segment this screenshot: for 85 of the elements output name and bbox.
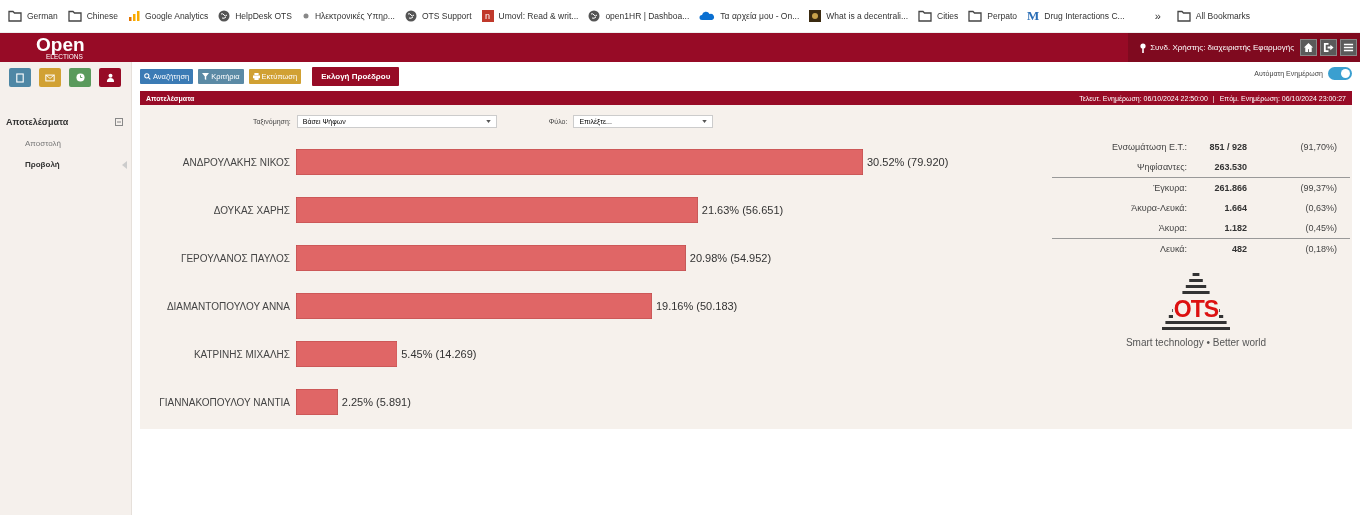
toggle-switch[interactable]	[1328, 67, 1352, 80]
value-label: 5.45% (14.269)	[401, 348, 477, 360]
home-icon	[1303, 42, 1314, 53]
candidate-name: ΚΑΤΡΙΝΗΣ ΜΙΧΑΛΗΣ	[192, 348, 291, 360]
stat-percent: (0,45%)	[1305, 223, 1337, 233]
bookmark[interactable]: OTS Support	[404, 10, 472, 22]
stat-percent: (91,70%)	[1300, 142, 1337, 152]
bookmark[interactable]: Τα αρχεία μου - On...	[699, 11, 800, 21]
pin-icon	[1140, 42, 1147, 53]
value-label: 30.52% (79.920)	[867, 156, 949, 168]
clock-icon	[75, 73, 85, 82]
home-button[interactable]	[1300, 39, 1317, 56]
bar-chart-icon	[127, 10, 140, 22]
bookmark[interactable]: open1HR | Dashboa...	[588, 10, 690, 22]
folder-icon	[968, 10, 983, 22]
value-label: 20.98% (54.952)	[689, 252, 772, 264]
bookmark[interactable]: n Umovl: Read & writ...	[481, 10, 579, 22]
stat-label: Ενσωμάτωση Ε.Τ.:	[1111, 142, 1187, 152]
thumbnail-icon	[809, 10, 822, 22]
bookmark[interactable]: Ηλεκτρονικές Υπηρ...	[301, 11, 395, 21]
sidebar-item[interactable]: Προβολή	[25, 160, 60, 169]
sidebar-item[interactable]: Αποστολή	[25, 139, 61, 148]
bookmark[interactable]: M Drug Interactions C...	[1027, 8, 1125, 24]
bookmark[interactable]: Chinese	[67, 10, 118, 22]
stat-label: Λευκά:	[1158, 244, 1187, 254]
candidate-name: ΓΙΑΝΝΑΚΟΠΟΥΛΟΥ ΝΑΝΤΙΑ	[158, 396, 291, 408]
book-icon	[16, 72, 24, 83]
cloud-icon	[699, 11, 716, 21]
ots-logo: OTS	[1161, 273, 1231, 333]
site-icon: n	[481, 10, 494, 22]
dot-icon	[301, 12, 310, 20]
section-title: Αποτελέσματα	[6, 117, 69, 127]
value-label: 19.16% (50.183)	[655, 300, 738, 312]
folder-icon	[918, 10, 933, 22]
caret-icon	[122, 160, 127, 169]
collapse-icon[interactable]	[115, 118, 123, 126]
site-icon: M	[1027, 8, 1040, 24]
stat-value: 1.664	[1223, 203, 1247, 213]
stat-label: Έγκυρα:	[1152, 183, 1187, 193]
stat-value: 851 / 928	[1208, 142, 1247, 152]
globe-icon	[404, 10, 417, 22]
mail-icon	[45, 73, 55, 82]
logout-button[interactable]	[1320, 39, 1337, 56]
stat-value: 482	[1230, 244, 1247, 254]
dropdown-arrow-icon	[485, 120, 491, 123]
tagline: Smart technology • Better world	[1125, 337, 1267, 348]
logout-icon	[1323, 42, 1334, 53]
stat-label: Ψηφίσαντες:	[1135, 162, 1187, 172]
stat-label: Άκυρα:	[1157, 223, 1187, 233]
candidate-name: ΓΕΡΟΥΛΑΝΟΣ ΠΑΥΛΟΣ	[179, 252, 291, 264]
shortcut-button[interactable]	[99, 68, 121, 87]
candidate-name: ΔΟΥΚΑΣ ΧΑΡΗΣ	[212, 204, 291, 216]
user-label: Συνδ. Χρήστης: διαχειριστής Εφαρμογής	[1128, 42, 1300, 53]
globe-icon	[588, 10, 601, 22]
stat-percent: (0,63%)	[1305, 203, 1337, 213]
globe-icon	[218, 10, 231, 22]
filter-icon	[202, 73, 210, 80]
stat-value: 261.866	[1213, 183, 1247, 193]
value-label: 21.63% (56.651)	[701, 204, 784, 216]
bookmark[interactable]: Cities	[918, 10, 959, 22]
menu-icon	[1343, 42, 1354, 53]
printer-icon	[252, 73, 260, 80]
bookmark[interactable]: Google Analytics	[127, 10, 209, 22]
menu-button[interactable]	[1340, 39, 1357, 56]
bookmark[interactable]: What is a decentrali...	[809, 10, 909, 22]
stat-value: 263.530	[1213, 162, 1247, 172]
stat-percent: (99,37%)	[1300, 183, 1337, 193]
candidate-name: ΑΝΔΡΟΥΛΑΚΗΣ ΝΙΚΟΣ	[181, 156, 291, 168]
value-label: 2.25% (5.891)	[341, 396, 411, 408]
toolbar-button[interactable]: Εκλογή Προέδρου	[312, 67, 400, 86]
stat-value: 1.182	[1223, 223, 1247, 233]
bookmark[interactable]: HelpDesk OTS	[218, 10, 292, 22]
bookmark[interactable]: Perpato	[968, 10, 1018, 22]
user-icon	[105, 73, 115, 82]
search-icon	[144, 73, 151, 80]
folder-icon	[1176, 10, 1191, 22]
candidate-name: ΔΙΑΜΑΝΤΟΠΟΥΛΟΥ ΑΝΝΑ	[165, 300, 291, 312]
dropdown-arrow-icon	[702, 120, 708, 123]
stat-label: Άκυρα-Λευκά:	[1130, 203, 1187, 213]
folder-icon	[67, 10, 82, 22]
bookmark[interactable]: German	[8, 10, 58, 22]
all-bookmarks[interactable]: All Bookmarks	[1176, 10, 1251, 22]
stat-percent: (0,18%)	[1305, 244, 1337, 254]
folder-icon	[8, 10, 22, 22]
more-bookmarks-button[interactable]: »	[1154, 10, 1161, 22]
